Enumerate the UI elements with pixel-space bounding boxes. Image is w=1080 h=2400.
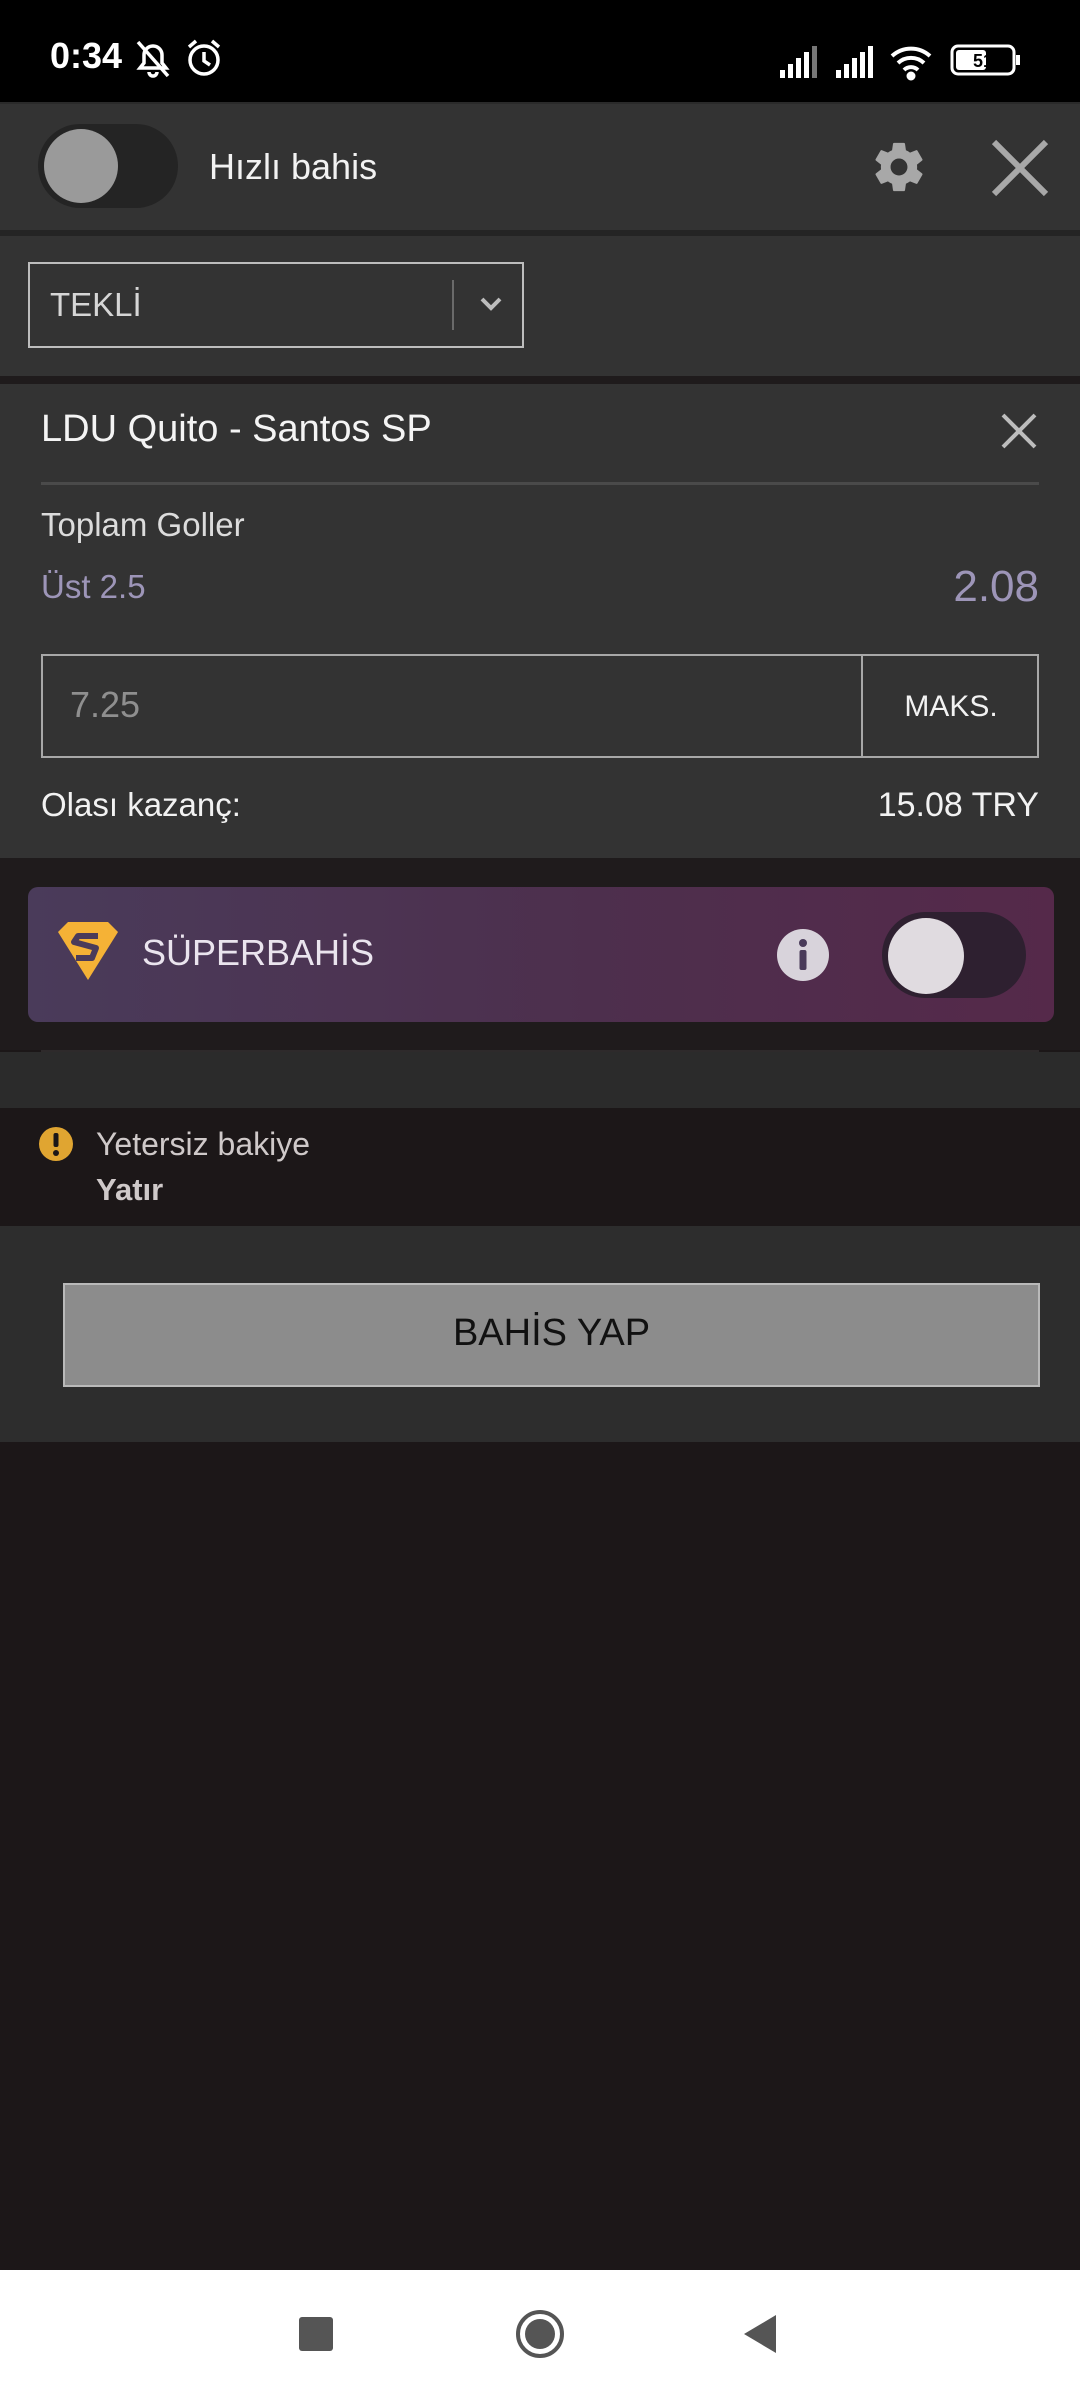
signal-icon <box>780 46 817 78</box>
potential-win-value: 15.08 TRY <box>877 786 1039 824</box>
super-bet-toggle-thumb[interactable] <box>888 918 964 994</box>
place-bet-label[interactable]: BAHİS YAP <box>63 1312 1040 1355</box>
stake-placeholder[interactable]: 7.25 <box>70 684 140 726</box>
system-status-icons: 51 <box>780 44 1020 81</box>
recents-button[interactable] <box>299 2317 333 2351</box>
status-time: 0:34 <box>50 35 123 76</box>
section-divider <box>0 376 1080 384</box>
chevron-down-icon[interactable] <box>474 290 508 318</box>
potential-win-label: Olası kazanç: <box>41 786 241 823</box>
wifi-icon <box>890 46 932 81</box>
info-icon[interactable] <box>776 928 830 982</box>
battery-icon: 51 <box>950 44 1020 76</box>
back-button[interactable] <box>742 2313 778 2355</box>
bet-type-selected: TEKLİ <box>50 286 142 323</box>
market-name: Toplam Goller <box>41 506 245 543</box>
gear-icon[interactable] <box>870 138 928 196</box>
warning-icon <box>39 1127 73 1161</box>
notification-status-icons <box>136 39 221 78</box>
alarm-icon <box>187 39 221 76</box>
bell-off-icon <box>136 40 170 78</box>
home-button[interactable] <box>514 2308 566 2360</box>
super-bet-label: SÜPERBAHİS <box>142 932 375 973</box>
battery-level: 51 <box>973 51 993 71</box>
dropdown-divider <box>452 280 454 330</box>
max-stake-button[interactable]: MAKS. <box>863 690 1039 724</box>
close-icon[interactable] <box>990 138 1050 198</box>
insufficient-balance-text: Yetersiz bakiye <box>96 1126 311 1162</box>
card-divider <box>41 482 1039 485</box>
selection-odds: 2.08 <box>953 562 1039 611</box>
super-bet-logo-icon <box>58 922 118 980</box>
spacer-strip <box>0 1052 1080 1108</box>
match-title: LDU Quito - Santos SP <box>41 408 432 450</box>
deposit-link[interactable]: Yatır <box>96 1172 163 1208</box>
quick-bet-label: Hızlı bahis <box>209 146 378 187</box>
selection-name: Üst 2.5 <box>41 568 146 605</box>
remove-selection-icon[interactable] <box>1000 412 1038 450</box>
signal-icon <box>836 46 873 78</box>
quick-bet-toggle-thumb[interactable] <box>44 129 118 203</box>
